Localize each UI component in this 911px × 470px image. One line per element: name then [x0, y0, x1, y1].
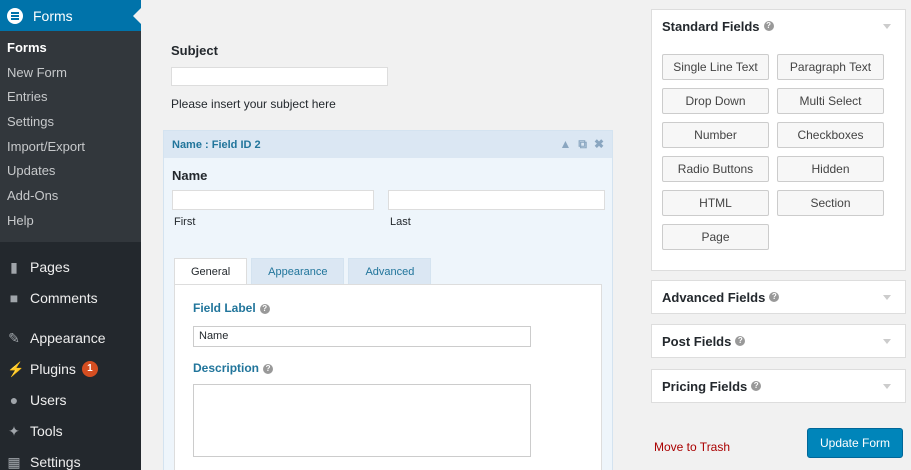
- add-page-button[interactable]: Page: [662, 224, 769, 250]
- sidebar-comments-label: Comments: [30, 289, 98, 306]
- post-fields-header[interactable]: Post Fields?: [652, 325, 905, 357]
- sidebar-item-comments[interactable]: ■ Comments: [0, 282, 141, 313]
- sidebar-item-tools[interactable]: ✦ Tools: [0, 415, 141, 446]
- add-radio-buttons-button[interactable]: Radio Buttons: [662, 156, 769, 182]
- sidebar-forms-label: Forms: [33, 7, 73, 24]
- help-icon[interactable]: ?: [763, 21, 774, 31]
- sidebar-item-pages[interactable]: ▮ Pages: [0, 251, 141, 282]
- help-icon[interactable]: ?: [263, 363, 274, 374]
- add-single-line-text-button[interactable]: Single Line Text: [662, 54, 769, 80]
- pricing-fields-box: Pricing Fields?: [651, 369, 906, 403]
- forms-icon: [7, 7, 23, 24]
- help-icon[interactable]: ?: [769, 292, 780, 302]
- description-heading: Description?: [193, 361, 274, 375]
- current-menu-arrow: [133, 8, 141, 24]
- tab-advanced[interactable]: Advanced: [348, 258, 432, 284]
- plugins-icon: ⚡: [7, 360, 25, 377]
- name-field-label: Name: [172, 168, 208, 183]
- subject-description: Please insert your subject here: [171, 97, 336, 111]
- description-text: Description: [193, 361, 260, 375]
- help-icon[interactable]: ?: [259, 303, 270, 314]
- sidebar-item-appearance[interactable]: ✎ Appearance: [0, 322, 141, 353]
- sidebar-appearance-label: Appearance: [30, 329, 106, 346]
- toggle-arrow-icon[interactable]: [883, 339, 891, 344]
- appearance-icon: ✎: [8, 329, 20, 346]
- advanced-fields-title: Advanced Fields: [662, 289, 766, 305]
- submenu-entries[interactable]: Entries: [0, 85, 141, 110]
- help-icon[interactable]: ?: [735, 336, 746, 346]
- sidebar-pages-label: Pages: [30, 258, 70, 275]
- field-palette: Standard Fields? Single Line Text Paragr…: [651, 0, 911, 470]
- toggle-arrow-icon[interactable]: [883, 384, 891, 389]
- post-fields-title: Post Fields: [662, 333, 732, 349]
- toggle-arrow-icon[interactable]: [883, 24, 891, 29]
- tools-icon: ✦: [8, 422, 20, 439]
- plugins-update-badge: 1: [81, 360, 98, 377]
- sidebar-tools-label: Tools: [30, 422, 63, 439]
- tab-general[interactable]: General: [174, 258, 248, 285]
- submenu-import-export[interactable]: Import/Export: [0, 135, 141, 160]
- first-name-input[interactable]: [172, 190, 374, 210]
- comments-icon: ■: [9, 289, 19, 306]
- sidebar-plugins-label: Plugins: [30, 360, 76, 377]
- post-fields-box: Post Fields?: [651, 324, 906, 358]
- sidebar-item-settings[interactable]: ▦ Settings: [0, 446, 141, 470]
- field-label-input[interactable]: Name: [193, 326, 531, 347]
- add-hidden-button[interactable]: Hidden: [777, 156, 884, 182]
- add-number-button[interactable]: Number: [662, 122, 769, 148]
- field-label-heading: Field Label?: [193, 301, 270, 315]
- add-drop-down-button[interactable]: Drop Down: [662, 88, 769, 114]
- pages-icon: ▮: [10, 258, 18, 275]
- help-icon[interactable]: ?: [751, 381, 762, 391]
- tab-appearance[interactable]: Appearance: [251, 258, 345, 284]
- pricing-fields-title: Pricing Fields: [662, 378, 748, 394]
- delete-icon[interactable]: ✖: [594, 137, 604, 152]
- field-settings-tabs: General Appearance Advanced: [174, 258, 435, 285]
- add-paragraph-text-button[interactable]: Paragraph Text: [777, 54, 884, 80]
- sidebar-users-label: Users: [30, 391, 67, 408]
- add-checkboxes-button[interactable]: Checkboxes: [777, 122, 884, 148]
- subject-input[interactable]: [171, 67, 388, 86]
- last-name-input[interactable]: [388, 190, 605, 210]
- add-section-button[interactable]: Section: [777, 190, 884, 216]
- users-icon: ●: [9, 391, 19, 408]
- standard-fields-box: Standard Fields? Single Line Text Paragr…: [651, 9, 906, 271]
- submenu-help[interactable]: Help: [0, 209, 141, 234]
- add-multi-select-button[interactable]: Multi Select: [777, 88, 884, 114]
- field-label-text: Field Label: [193, 301, 256, 315]
- standard-fields-header[interactable]: Standard Fields?: [652, 10, 905, 42]
- collapse-icon[interactable]: ▲: [559, 137, 571, 152]
- submenu-new-form[interactable]: New Form: [0, 61, 141, 86]
- standard-fields-buttons: Single Line Text Paragraph Text Drop Dow…: [652, 42, 905, 250]
- last-name-sublabel: Last: [390, 216, 411, 228]
- sidebar-item-plugins[interactable]: ⚡ Plugins 1: [0, 353, 141, 384]
- submenu-updates[interactable]: Updates: [0, 159, 141, 184]
- toggle-arrow-icon[interactable]: [883, 295, 891, 300]
- field-header[interactable]: Name : Field ID 2 ▲ ⧉ ✖: [164, 131, 612, 158]
- move-to-trash-link[interactable]: Move to Trash: [654, 440, 730, 454]
- first-name-sublabel: First: [174, 216, 196, 228]
- submenu-settings[interactable]: Settings: [0, 110, 141, 135]
- advanced-fields-header[interactable]: Advanced Fields?: [652, 281, 905, 313]
- duplicate-icon[interactable]: ⧉: [578, 137, 587, 152]
- forms-submenu: Forms New Form Entries Settings Import/E…: [0, 31, 141, 242]
- field-header-title: Name : Field ID 2: [172, 138, 261, 151]
- name-field-editor[interactable]: Name : Field ID 2 ▲ ⧉ ✖ Name First Last …: [163, 130, 613, 470]
- subject-label: Subject: [171, 43, 218, 58]
- admin-sidebar: Forms Forms New Form Entries Settings Im…: [0, 0, 141, 470]
- sidebar-settings-label: Settings: [30, 453, 81, 470]
- sidebar-item-forms[interactable]: Forms: [0, 0, 141, 31]
- form-editor: Subject Please insert your subject here …: [141, 0, 621, 470]
- advanced-fields-box: Advanced Fields?: [651, 280, 906, 314]
- update-form-button[interactable]: Update Form: [807, 428, 903, 458]
- standard-fields-title: Standard Fields: [662, 18, 760, 34]
- submenu-forms[interactable]: Forms: [0, 36, 141, 61]
- description-textarea[interactable]: [193, 384, 531, 457]
- submenu-add-ons[interactable]: Add-Ons: [0, 184, 141, 209]
- add-html-button[interactable]: HTML: [662, 190, 769, 216]
- general-tab-panel: Field Label? Name Description?: [174, 284, 602, 470]
- sidebar-item-users[interactable]: ● Users: [0, 384, 141, 415]
- pricing-fields-header[interactable]: Pricing Fields?: [652, 370, 905, 402]
- settings-icon: ▦: [7, 453, 21, 470]
